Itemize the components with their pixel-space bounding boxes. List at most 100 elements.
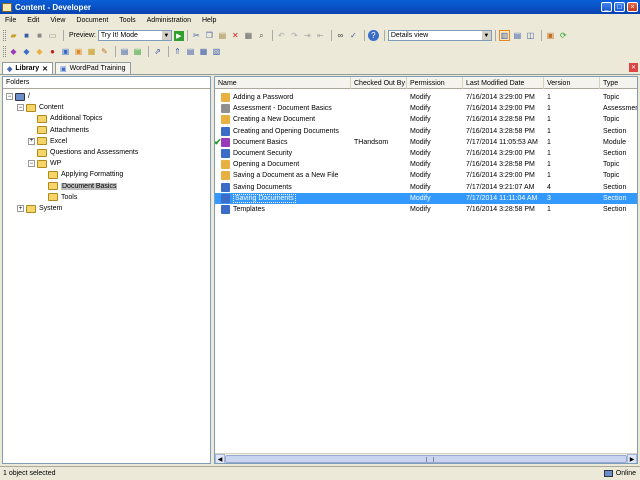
table-row[interactable]: Creating a New Document Modify 7/16/2014 3… <box>215 114 637 125</box>
collapse-icon[interactable]: − <box>17 104 24 112</box>
table-row[interactable]: Saving a Document as a New File Modify 7/1… <box>215 170 637 181</box>
tab-library[interactable]: ◈ Library ✕ <box>2 62 53 74</box>
delete-icon[interactable]: ✕ <box>230 30 241 41</box>
chevron-down-icon[interactable]: ▼ <box>481 31 491 40</box>
new-topic-icon[interactable]: ◆ <box>34 46 45 57</box>
undo-icon[interactable]: ↶ <box>276 30 287 41</box>
assessment-icon[interactable]: ▣ <box>60 46 71 57</box>
column-header-checked-out-by[interactable]: Checked Out By <box>351 77 407 89</box>
cut-icon[interactable]: ✂ <box>191 30 202 41</box>
folder-tree-item[interactable]: − Content <box>17 102 64 113</box>
table-row[interactable]: Saving Documents Modify 7/17/2014 9:21:07 … <box>215 182 637 193</box>
table-row[interactable]: Opening a Document Modify 7/16/2014 3:28:5… <box>215 159 637 170</box>
paste-icon[interactable]: ▤ <box>217 30 228 41</box>
folder-tree-label: System <box>39 205 63 212</box>
folder-tree-label: Document Basics <box>61 182 118 190</box>
list-view-icon[interactable]: ▤ <box>512 30 523 41</box>
record-icon[interactable]: ● <box>47 46 58 57</box>
expand-icon[interactable]: + <box>17 205 24 212</box>
toolbar-grip[interactable] <box>3 30 6 41</box>
checkin-icon[interactable]: ▤ <box>132 46 143 57</box>
minimize-button[interactable]: _ <box>601 2 612 12</box>
outline-icon[interactable]: ▦ <box>198 46 209 57</box>
close-icon[interactable]: ✕ <box>42 65 48 73</box>
table-row[interactable]: Assessment - Document Basics Modify 7/16/2… <box>215 103 637 114</box>
help-icon[interactable]: ? <box>367 30 379 41</box>
close-button[interactable]: × <box>627 2 638 12</box>
table-row[interactable]: Creating and Opening Documents Modify 7/16… <box>215 126 637 137</box>
cell-name: Templates <box>221 204 352 215</box>
table-row[interactable]: ✔ Document Basics THandsom Modify 7/17/2014 … <box>215 137 637 148</box>
redo-icon[interactable]: ↷ <box>289 30 300 41</box>
chevron-down-icon[interactable]: ▼ <box>161 31 171 40</box>
table-row[interactable]: Adding a Password Modify 7/16/2014 3:29:00… <box>215 92 637 103</box>
folder-tree-item[interactable]: Additional Topics <box>28 113 102 124</box>
table-row[interactable]: Templates Modify 7/16/2014 3:28:58 PM 1 Sect… <box>215 204 637 215</box>
link-icon[interactable]: ⇗ <box>152 46 163 57</box>
menu-tools[interactable]: Tools <box>119 17 135 24</box>
save-icon[interactable]: ■ <box>21 30 32 41</box>
menu-document[interactable]: Document <box>76 17 108 24</box>
menu-view[interactable]: View <box>50 17 65 24</box>
move-up-icon[interactable]: ⇑ <box>172 46 183 57</box>
column-header-permission[interactable]: Permission <box>407 77 463 89</box>
scroll-left-icon[interactable]: ◀ <box>215 454 225 463</box>
binoculars-icon[interactable]: ∞ <box>335 30 346 41</box>
new-module-icon[interactable]: ◆ <box>8 46 19 57</box>
table-row[interactable]: Saving Documents Modify 7/17/2014 11:11:04… <box>215 192 637 204</box>
column-header-last-modified[interactable]: Last Modified Date <box>463 77 544 89</box>
split-view-icon[interactable]: ◫ <box>525 30 536 41</box>
details-view-icon[interactable]: ▥ <box>498 30 510 41</box>
row-name-text: Creating and Opening Documents <box>233 127 339 135</box>
folder-tree-item[interactable]: Questions and Assessments <box>28 147 138 158</box>
folder-tree-item[interactable]: Attachments <box>28 125 89 136</box>
menu-file[interactable]: File <box>5 17 16 24</box>
close-tab-icon[interactable]: ✕ <box>629 63 638 72</box>
maximize-button[interactable]: □ <box>614 2 625 12</box>
preview-mode-select[interactable]: Try It! Mode ▼ <box>97 30 172 41</box>
toolbar-grip[interactable] <box>3 46 6 57</box>
horizontal-scrollbar[interactable]: ◀ ▶ <box>215 453 637 463</box>
print-icon[interactable]: ▭ <box>47 30 58 41</box>
glossary-icon[interactable]: ✎ <box>99 46 110 57</box>
relate-icon[interactable]: ▧ <box>211 46 222 57</box>
collapse-icon[interactable]: − <box>28 160 35 168</box>
outdent-icon[interactable]: ⇤ <box>315 30 326 41</box>
folder-tree-item[interactable]: + System <box>17 203 62 214</box>
menu-help[interactable]: Help <box>202 17 216 24</box>
folder-tree-item[interactable]: + Excel <box>28 136 67 147</box>
publish-icon[interactable]: ▤ <box>185 46 196 57</box>
folder-tree-item[interactable]: Tools <box>39 192 77 203</box>
find-icon[interactable]: ⌕ <box>256 30 267 41</box>
column-header-type[interactable]: Type <box>600 77 637 89</box>
expand-icon[interactable]: + <box>28 137 35 145</box>
new-section-icon[interactable]: ◆ <box>21 46 32 57</box>
menu-administration[interactable]: Administration <box>147 17 191 24</box>
view-mode-select[interactable]: Details view ▼ <box>387 30 492 41</box>
indent-icon[interactable]: ⇥ <box>302 30 313 41</box>
scroll-right-icon[interactable]: ▶ <box>627 454 637 463</box>
folder-tree-item[interactable]: − WP <box>28 158 61 169</box>
save-all-icon[interactable]: ■ <box>34 30 45 41</box>
table-row[interactable]: Document Security Modify 7/16/2014 3:29:00… <box>215 148 637 159</box>
column-header-name[interactable]: Name <box>215 77 351 89</box>
export-icon[interactable]: ▣ <box>545 30 556 41</box>
column-header-version[interactable]: Version <box>544 77 600 89</box>
folder-tree-item[interactable]: Applying Formatting <box>39 169 123 180</box>
package-icon[interactable]: ▦ <box>86 46 97 57</box>
folder-tree-item[interactable]: Document Basics <box>39 181 118 192</box>
play-icon[interactable]: ▶ <box>173 30 184 41</box>
checkout-icon[interactable]: ▤ <box>119 46 130 57</box>
tab-wordpad-training[interactable]: ▣ WordPad Training <box>55 62 131 74</box>
folder-tree-item[interactable]: − / <box>6 91 30 102</box>
collapse-icon[interactable]: − <box>6 93 13 100</box>
cell-name: Document Security <box>221 148 352 159</box>
properties-icon[interactable]: ▦ <box>243 30 254 41</box>
open-folder-icon[interactable]: ▰ <box>8 30 19 41</box>
scroll-thumb[interactable] <box>225 455 627 463</box>
spell-check-icon[interactable]: ✓ <box>348 30 359 41</box>
question-icon[interactable]: ▣ <box>73 46 84 57</box>
menu-edit[interactable]: Edit <box>27 17 39 24</box>
refresh-icon[interactable]: ⟳ <box>558 30 569 41</box>
copy-icon[interactable]: ❐ <box>204 30 215 41</box>
